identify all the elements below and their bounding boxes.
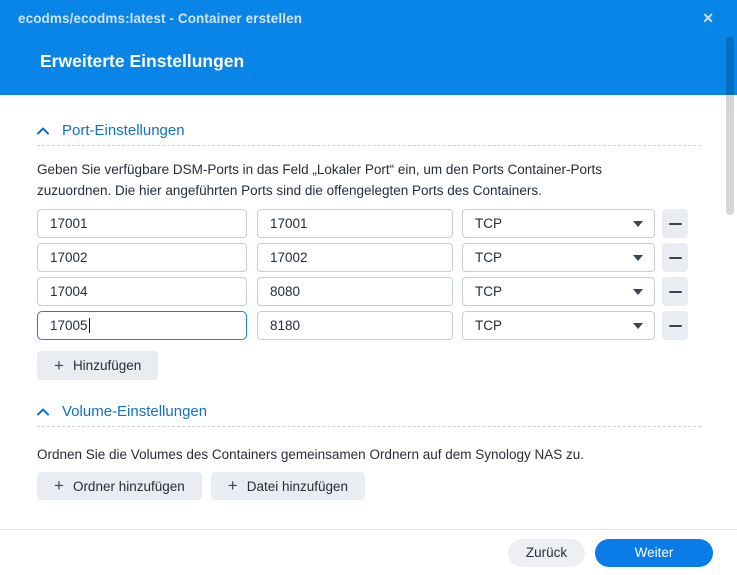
- caret-down-icon: [633, 289, 643, 295]
- page-title: Erweiterte Einstellungen: [40, 51, 244, 72]
- remove-port-button[interactable]: [662, 209, 688, 238]
- protocol-value: TCP: [475, 216, 502, 231]
- dialog-title: ecodms/ecodms:latest - Container erstell…: [18, 11, 302, 26]
- port-row: TCP: [37, 209, 701, 238]
- volume-section-description: Ordnen Sie die Volumes des Containers ge…: [37, 444, 701, 465]
- text-caret: [89, 318, 90, 333]
- chevron-up-icon: [37, 408, 49, 416]
- protocol-select[interactable]: TCP: [462, 311, 655, 340]
- add-folder-button-label: Ordner hinzufügen: [73, 479, 185, 494]
- chevron-up-icon: [37, 127, 49, 135]
- divider: [37, 426, 701, 427]
- container-create-dialog: ecodms/ecodms:latest - Container erstell…: [0, 0, 737, 575]
- remove-port-button[interactable]: [662, 311, 688, 340]
- port-section-title: Port-Einstellungen: [62, 122, 185, 139]
- minus-icon: [669, 291, 682, 293]
- volume-section-title: Volume-Einstellungen: [62, 403, 207, 420]
- add-port-button[interactable]: + Hinzufügen: [37, 351, 158, 380]
- plus-icon: +: [228, 477, 238, 494]
- container-port-input[interactable]: [257, 243, 453, 272]
- port-section-header[interactable]: Port-Einstellungen: [37, 122, 701, 139]
- dialog-content: Port-Einstellungen Geben Sie verfügbare …: [0, 122, 737, 500]
- minus-icon: [669, 325, 682, 327]
- next-button[interactable]: Weiter: [595, 539, 713, 567]
- divider: [37, 145, 701, 146]
- minus-icon: [669, 223, 682, 225]
- volume-buttons: + Ordner hinzufügen + Datei hinzufügen: [37, 472, 701, 500]
- minus-icon: [669, 257, 682, 259]
- container-port-input[interactable]: [257, 311, 453, 340]
- port-rows: TCP TCP TCP: [37, 209, 701, 340]
- close-icon[interactable]: ✕: [702, 9, 714, 27]
- local-port-input[interactable]: [37, 277, 247, 306]
- dialog-footer: Zurück Weiter: [0, 529, 737, 575]
- add-port-button-label: Hinzufügen: [73, 358, 141, 373]
- local-port-value: 17005: [50, 318, 88, 333]
- protocol-value: TCP: [475, 250, 502, 265]
- local-port-input[interactable]: [37, 243, 247, 272]
- protocol-value: TCP: [475, 318, 502, 333]
- container-port-input[interactable]: [257, 277, 453, 306]
- local-port-input[interactable]: [37, 209, 247, 238]
- local-port-input[interactable]: 17005: [37, 311, 247, 340]
- plus-icon: +: [54, 357, 64, 374]
- volume-section-header[interactable]: Volume-Einstellungen: [37, 403, 701, 420]
- remove-port-button[interactable]: [662, 243, 688, 272]
- port-row: 17005 TCP: [37, 311, 701, 340]
- protocol-value: TCP: [475, 284, 502, 299]
- port-row: TCP: [37, 243, 701, 272]
- container-port-input[interactable]: [257, 209, 453, 238]
- dialog-titlebar: ecodms/ecodms:latest - Container erstell…: [0, 0, 737, 95]
- add-folder-button[interactable]: + Ordner hinzufügen: [37, 472, 202, 500]
- protocol-select[interactable]: TCP: [462, 277, 655, 306]
- port-section-description: Geben Sie verfügbare DSM-Ports in das Fe…: [37, 159, 665, 201]
- caret-down-icon: [633, 255, 643, 261]
- back-button[interactable]: Zurück: [508, 539, 585, 567]
- add-file-button-label: Datei hinzufügen: [247, 479, 348, 494]
- add-file-button[interactable]: + Datei hinzufügen: [211, 472, 365, 500]
- port-row: TCP: [37, 277, 701, 306]
- protocol-select[interactable]: TCP: [462, 209, 655, 238]
- vertical-scrollbar[interactable]: [726, 37, 734, 215]
- plus-icon: +: [54, 477, 64, 494]
- caret-down-icon: [633, 221, 643, 227]
- remove-port-button[interactable]: [662, 277, 688, 306]
- caret-down-icon: [633, 323, 643, 329]
- protocol-select[interactable]: TCP: [462, 243, 655, 272]
